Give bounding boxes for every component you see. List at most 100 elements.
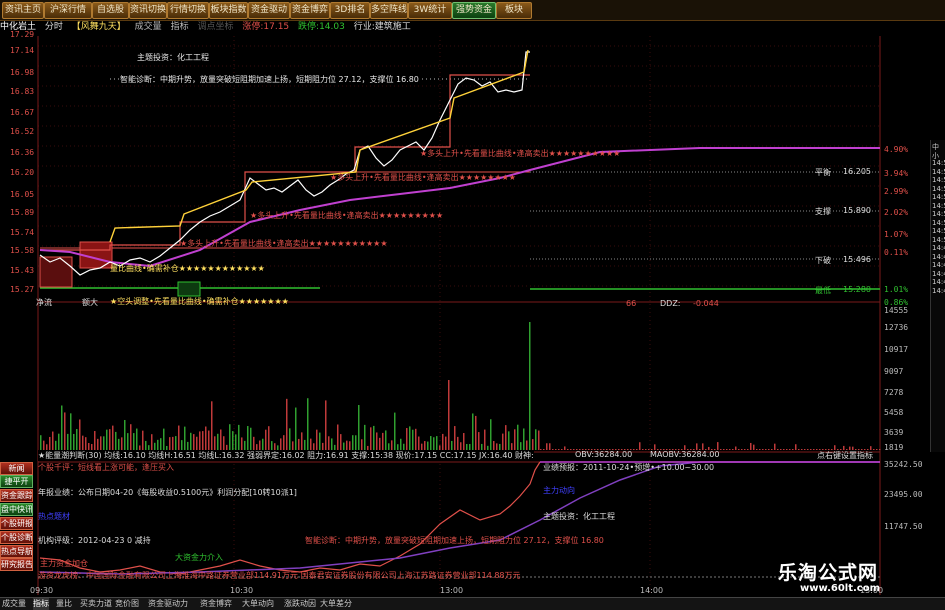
side-button[interactable]: 研究报告 [0,558,33,571]
fund-flow-line [39,461,541,575]
side-button[interactable]: 盘中快讯 [0,503,33,516]
volume-bar [133,433,135,450]
side-button[interactable]: 捷平开 [0,475,33,488]
volume-bar [747,449,749,450]
volume-bar [756,449,758,450]
toolbar-tab[interactable]: 资金博弈 [290,2,330,19]
volume-bar [735,446,737,450]
volume-bar [552,449,554,450]
volume-bar [445,436,447,450]
panel-row-label: 14:58 [932,167,945,176]
side-button[interactable]: 个股诊断 [0,531,33,544]
volume-label[interactable]: 成交量 [135,22,162,32]
volume-bar [82,435,84,450]
toolbar-tab[interactable]: 强势资金 [452,2,496,19]
volume-bar [379,437,381,450]
volume-bar [514,429,516,450]
volume-bar [325,400,327,450]
volume-bar [283,435,285,450]
bottom-tab[interactable]: 涨跌动因 [284,598,316,610]
side-button[interactable]: 热点导航 [0,545,33,558]
volume-bar [97,438,99,450]
bottom-tab[interactable]: 买卖力道 [80,598,112,610]
lower-tick-label: 35242.50 [884,460,923,469]
side-button[interactable]: 新闻 [0,462,33,475]
panel-row-label: 14:44 [932,286,945,295]
theme-note: 主题投资：化工工程 [137,53,209,62]
toolbar-tab[interactable]: 板块 [496,2,532,19]
volume-bar [244,440,246,450]
period-label[interactable]: 分时 [45,22,63,32]
time-tick-label: 09:30 [30,586,54,595]
volume-bar [304,439,306,450]
intraday-chart[interactable] [0,34,930,597]
toolbar-tab[interactable]: 沪深行情 [44,2,92,19]
volume-bar [768,449,770,450]
bottom-tab[interactable]: 大单差分 [320,598,352,610]
toolbar-tab[interactable]: 自选股 [92,2,129,19]
signal-note: 量比曲线•确需补仓★★★★★★★★★★★★ [110,264,265,273]
side-button[interactable]: 资金跟踪 [0,489,33,502]
bottom-tab[interactable]: 资金博弈 [200,598,232,610]
volume-bar [58,433,60,450]
percent-tick-label: 2.99% [884,187,909,196]
step-channel [40,74,530,251]
volume-bar [424,441,426,450]
adjust-coords[interactable]: 调点坐标 [197,22,233,32]
indicator-name[interactable]: 【风舞九天】 [72,22,126,32]
volume-bar [436,436,438,450]
volume-tick-label: 3639 [884,428,904,437]
bottom-tab[interactable]: 竞价图 [115,598,139,610]
price-tick-label: 17.29 [10,30,35,39]
dragon-tiger-list: 游资龙虎榜：中国国际金融有限公司上海淮海中路证券营业部114.91万元 国泰君安… [38,571,521,580]
volume-bar [286,398,288,450]
toolbar-tab[interactable]: 多空阵线 [370,2,408,19]
volume-bar [645,449,647,450]
volume-bar [520,442,522,450]
volume-bar [702,443,704,450]
volume-bar [723,449,725,450]
toolbar-tab[interactable]: 资金驱动 [248,2,290,19]
indicator-settings-hint[interactable]: 点右键设置指标 [817,450,873,461]
signal-note: ★多头上升•先看量比曲线•逢高卖出★★★★★★★★★★ [420,149,621,158]
price-tick-label: 16.05 [10,190,35,199]
bottom-tab[interactable]: 量比 [56,598,72,610]
volume-bar [184,426,186,450]
volume-bar [112,425,114,450]
volume-bar [463,433,465,450]
toolbar-tab[interactable]: 行情切换 [167,2,209,19]
lower-tick-label: 11747.50 [884,522,923,531]
toolbar-tab[interactable]: 资讯主页 [2,2,44,19]
volume-bar [771,449,773,450]
volume-bar [373,425,375,450]
bottom-tab[interactable]: 资金驱动力 [148,598,188,610]
signal-note: ★多头上升•先看量比曲线•逢高卖出★★★★★★★★★★★ [180,239,388,248]
toolbar-tab[interactable]: 板块指数 [209,2,248,19]
toolbar-tab[interactable]: 3D排名 [330,2,370,19]
panel-row-label: 14:59 [932,159,945,167]
price-tick-label: 16.98 [10,68,35,77]
volume-bar [247,426,249,450]
volume-bar [364,424,366,450]
volume-bar [744,449,746,450]
volume-tick-label: 14555 [884,306,909,315]
bottom-tab[interactable]: 大单动向 [242,598,274,610]
volume-bar [442,433,444,450]
balance-value: 16.205 [843,167,871,176]
volume-bar [289,428,291,450]
panel-row-label: 14:53 [932,210,945,218]
volume-bar [124,419,126,450]
side-button[interactable]: 个股研报 [0,517,33,530]
bottom-tab[interactable]: 指标 [33,598,49,610]
volume-bar [355,435,357,450]
lower-tick-label: 23495.00 [884,490,923,499]
index-label[interactable]: 指标 [171,22,189,32]
volume-bar [696,443,698,450]
volume-bar [352,435,354,450]
toolbar-tab[interactable]: 3W统计 [408,2,452,19]
volume-tick-label: 1819 [884,443,904,452]
toolbar-tab[interactable]: 资讯切换 [129,2,167,19]
volume-bar [160,438,162,450]
bottom-tab[interactable]: 成交量 [2,598,26,610]
volume-bar [202,431,204,450]
